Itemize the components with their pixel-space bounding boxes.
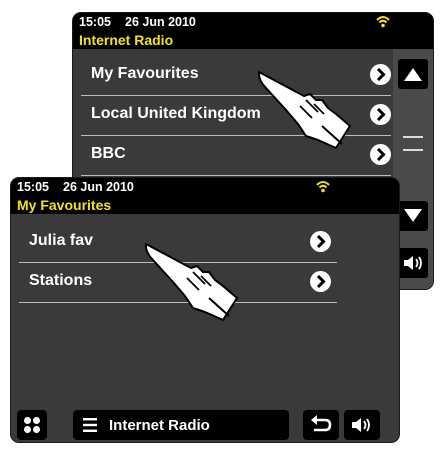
status-bar: 15:05 26 Jun 2010 (11, 178, 399, 197)
list-item-label: Local United Kingdom (91, 105, 261, 122)
scroll-down-button[interactable] (398, 201, 428, 231)
list-item-label: My Favourites (91, 65, 199, 82)
volume-button[interactable] (344, 410, 380, 440)
page-title: Internet Radio (73, 32, 433, 49)
volume-button[interactable] (398, 248, 428, 278)
chevron-right-icon[interactable] (310, 231, 331, 252)
scroll-up-icon (404, 68, 422, 81)
grid-menu-icon (24, 417, 40, 433)
mode-menu-button[interactable]: Internet Radio (73, 410, 289, 440)
status-time: 15:05 (79, 15, 111, 29)
volume-icon (352, 418, 370, 432)
scroll-tick (403, 149, 423, 151)
list-item-label: BBC (91, 145, 126, 162)
status-time: 15:05 (17, 180, 49, 194)
bottom-bar: Internet Radio (11, 406, 399, 442)
status-bar: 15:05 26 Jun 2010 (73, 13, 433, 32)
back-button[interactable] (303, 410, 339, 440)
page-title: My Favourites (11, 197, 399, 214)
back-icon (311, 415, 332, 432)
chevron-right-icon[interactable] (370, 144, 391, 165)
list-item-label: Stations (29, 272, 93, 289)
list-item-label: Julia fav (29, 232, 94, 249)
scroll-down-icon (404, 209, 422, 222)
scroll-tick (403, 136, 423, 138)
mode-label: Internet Radio (109, 417, 210, 434)
volume-icon (404, 256, 422, 270)
chevron-right-icon[interactable] (310, 271, 331, 292)
pointing-hand-icon (257, 71, 351, 149)
home-menu-button[interactable] (17, 410, 47, 440)
chevron-right-icon[interactable] (370, 104, 391, 125)
list-menu-icon (83, 418, 97, 432)
status-date: 26 Jun 2010 (125, 15, 196, 29)
scroll-up-button[interactable] (398, 59, 428, 89)
chevron-right-icon[interactable] (370, 64, 391, 85)
status-date: 26 Jun 2010 (63, 180, 134, 194)
pointing-hand-icon (144, 243, 238, 321)
